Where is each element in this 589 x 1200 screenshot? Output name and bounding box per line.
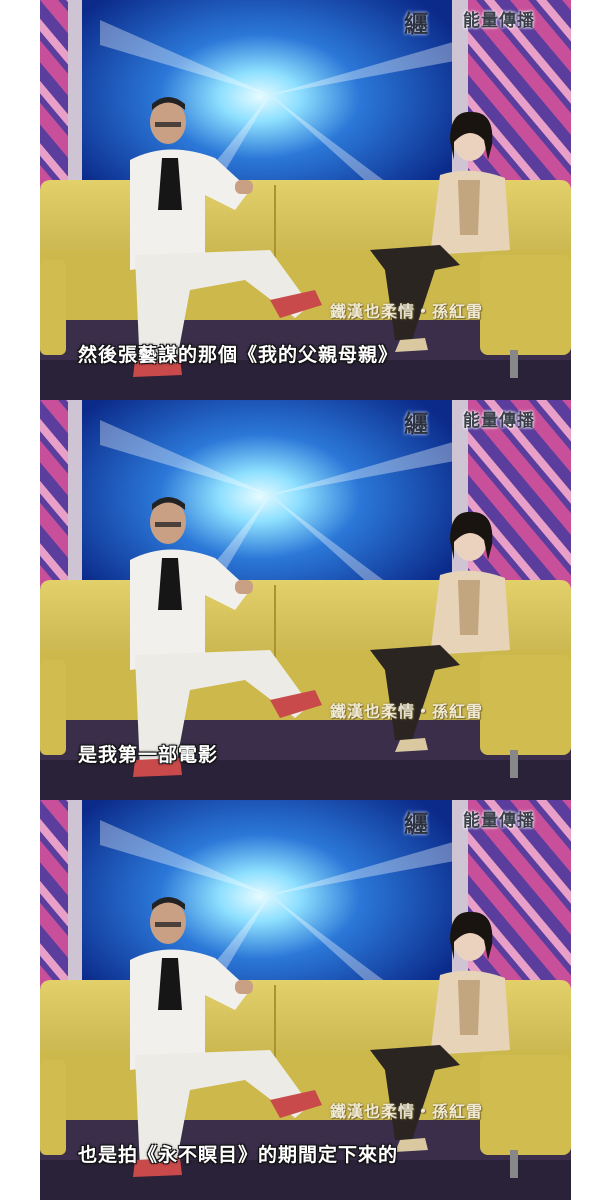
- video-still-3: 纒 能量傳播 鐵漢也柔情・孫紅雷 也是拍《永不瞑目》的期間定下來的: [40, 800, 571, 1200]
- subtitle-caption: 然後張藝謀的那個《我的父親母親》: [78, 344, 399, 366]
- video-still-2: 纒 能量傳播 鐵漢也柔情・孫紅雷 是我第一部電影: [40, 400, 571, 800]
- channel-logo-text: 能量傳播: [463, 11, 535, 31]
- channel-logo-glyph: 纒: [404, 9, 428, 38]
- lower-third-caption: 鐵漢也柔情・孫紅雷: [330, 1102, 484, 1121]
- video-still-1: 纒 能量傳播 鐵漢也柔情・孫紅雷 然後張藝謀的那個《我的父親母親》: [40, 0, 571, 400]
- channel-logo-glyph: 纒: [404, 809, 428, 838]
- lower-third-caption: 鐵漢也柔情・孫紅雷: [330, 302, 484, 321]
- channel-logo-glyph: 纒: [404, 409, 428, 438]
- lower-third-caption: 鐵漢也柔情・孫紅雷: [330, 702, 484, 721]
- channel-logo-text: 能量傳播: [463, 411, 535, 431]
- subtitle-caption: 是我第一部電影: [78, 744, 219, 766]
- channel-logo-text: 能量傳播: [463, 811, 535, 831]
- subtitle-caption: 也是拍《永不瞑目》的期間定下來的: [78, 1144, 399, 1166]
